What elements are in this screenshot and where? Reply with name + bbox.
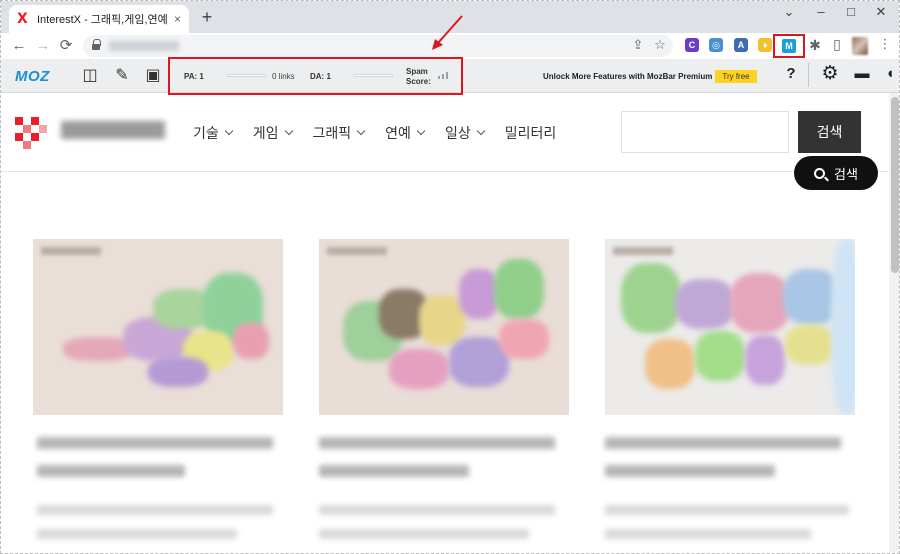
- extension-lightbulb-icon[interactable]: ♦: [758, 38, 772, 52]
- reload-button[interactable]: ⟳: [56, 36, 76, 56]
- extension-translate-icon[interactable]: A: [734, 38, 748, 52]
- links-count[interactable]: 0 links: [272, 72, 295, 81]
- lock-icon[interactable]: [91, 39, 101, 51]
- post-thumbnail-map[interactable]: [319, 239, 569, 415]
- chevron-down-icon: [284, 126, 293, 136]
- spam-score-label-line2: Score:: [406, 77, 431, 86]
- nav-item-graphic[interactable]: 그래픽: [313, 123, 366, 143]
- premium-promo-text: Unlock More Features with MozBar Premium: [543, 72, 713, 81]
- close-window-button[interactable]: ✕: [869, 4, 893, 20]
- keyword-research-icon[interactable]: ▣: [143, 65, 163, 87]
- address-bar[interactable]: ⇪ ☆: [83, 35, 673, 57]
- extensions-puzzle-icon[interactable]: ✱: [806, 37, 824, 54]
- scrollbar-thumb[interactable]: [891, 97, 899, 273]
- post-thumbnail-map[interactable]: [33, 239, 283, 415]
- minimize-button[interactable]: –: [809, 4, 833, 19]
- domain-authority-label: DA: 1: [310, 72, 331, 81]
- nav-item-military[interactable]: 밀리터리: [505, 123, 557, 143]
- mozbar-extension-icon[interactable]: M: [782, 39, 796, 53]
- help-icon[interactable]: ?: [780, 65, 802, 82]
- chevron-down-icon: [476, 126, 485, 136]
- mozbar-divider: [808, 63, 809, 87]
- site-favicon-icon: X: [17, 11, 28, 27]
- nav-item-daily[interactable]: 일상: [445, 123, 485, 143]
- site-name-blurred[interactable]: [61, 121, 165, 139]
- tab-title: InterestX - 그래픽,게임,연예,IT: [37, 14, 168, 26]
- floating-search-button[interactable]: 검색: [794, 156, 878, 190]
- chevron-down-icon: [356, 126, 366, 136]
- annotation-arrow-icon: [432, 15, 463, 50]
- screenshot-frame: X InterestX - 그래픽,게임,연예,IT × + ⌄ – □ ✕ ←…: [0, 0, 900, 554]
- domain-authority-bar: [353, 74, 393, 77]
- moz-logo: MOZ: [15, 68, 50, 85]
- post-card[interactable]: [33, 239, 283, 549]
- chevron-down-icon[interactable]: ⌄: [777, 4, 801, 20]
- share-icon[interactable]: ⇪: [629, 37, 647, 53]
- nav-item-tech[interactable]: 기술: [193, 123, 234, 143]
- site-logo[interactable]: [15, 117, 47, 149]
- chevron-down-icon: [224, 126, 234, 136]
- search-icon: [814, 167, 826, 179]
- extension-c-icon[interactable]: C: [685, 38, 699, 52]
- profile-avatar[interactable]: [852, 37, 868, 55]
- browser-menu-icon[interactable]: ⋮: [876, 36, 894, 52]
- page-authority-label: PA: 1: [184, 72, 204, 81]
- side-panel-icon[interactable]: ▯: [828, 36, 846, 53]
- site-search-button[interactable]: 검색: [798, 111, 861, 153]
- bookmark-star-icon[interactable]: ☆: [651, 37, 669, 53]
- try-free-button[interactable]: Try free: [715, 70, 757, 83]
- spam-score-label-line1: Spam: [406, 67, 428, 76]
- post-card[interactable]: [605, 239, 855, 549]
- nav-item-game[interactable]: 게임: [253, 123, 293, 143]
- forward-button[interactable]: →: [33, 36, 53, 56]
- highlight-pencil-icon[interactable]: ✎: [112, 65, 132, 87]
- maximize-button[interactable]: □: [839, 4, 863, 19]
- post-thumbnail-map[interactable]: [605, 239, 855, 415]
- header-divider: [1, 171, 889, 172]
- mozbar-more-icon[interactable]: ◖: [879, 65, 899, 82]
- page-analysis-icon[interactable]: ◫: [80, 65, 100, 87]
- browser-tab-active[interactable]: X InterestX - 그래픽,게임,연예,IT ×: [9, 5, 189, 33]
- floating-search-label: 검색: [834, 166, 858, 182]
- back-button[interactable]: ←: [9, 36, 29, 56]
- nav-item-entertainment[interactable]: 연예: [385, 123, 426, 143]
- tab-close-icon[interactable]: ×: [174, 12, 181, 26]
- page-authority-bar: [227, 74, 267, 77]
- post-card[interactable]: [319, 239, 569, 549]
- settings-gear-icon[interactable]: ⚙: [819, 62, 841, 85]
- mozbar-extension-highlight: M: [773, 34, 805, 58]
- site-main-nav: 기술 게임 그래픽 연예 일상 밀리터리: [193, 123, 577, 143]
- site-search-input[interactable]: [621, 111, 789, 153]
- extension-globe-icon[interactable]: ◎: [709, 38, 723, 52]
- url-text-blurred: [109, 41, 179, 51]
- spam-score-bars-icon: [438, 71, 452, 79]
- collapse-bar-icon[interactable]: ▬: [851, 65, 873, 82]
- new-tab-button[interactable]: +: [197, 7, 217, 27]
- chevron-down-icon: [416, 126, 426, 136]
